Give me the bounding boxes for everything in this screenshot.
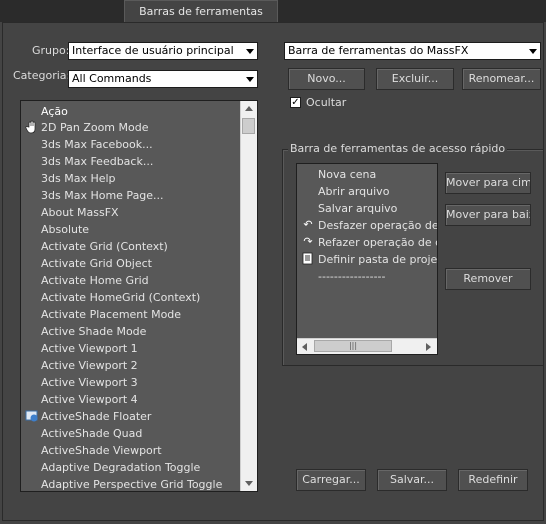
scroll-down-icon[interactable] <box>241 475 257 491</box>
commands-list[interactable]: Ação 2D Pan Zoom Mode 3ds Max Facebook..… <box>20 100 258 492</box>
list-item[interactable]: ActiveShade Viewport <box>41 442 162 459</box>
list-item-header[interactable]: Ação <box>41 103 68 120</box>
list-item[interactable]: Adaptive Degradation Toggle <box>41 459 200 476</box>
group-dropdown[interactable]: Interface de usuário principal <box>68 42 258 60</box>
move-up-button[interactable]: Mover para cima <box>445 172 531 194</box>
list-item[interactable]: Nova cena <box>318 166 376 183</box>
list-item[interactable]: Activate Home Grid <box>41 272 149 289</box>
load-button[interactable]: Carregar... <box>296 469 366 491</box>
toolbar-dropdown[interactable]: Barra de ferramentas do MassFX <box>284 42 541 60</box>
list-item-separator[interactable]: ----------------- <box>318 268 385 285</box>
list-item[interactable]: Absolute <box>41 221 89 238</box>
quick-access-list[interactable]: Nova cena Abrir arquivo Salvar arquivo ↶… <box>296 163 438 355</box>
scroll-up-icon[interactable] <box>241 101 257 117</box>
list-item[interactable]: 3ds Max Home Page... <box>41 187 164 204</box>
chevron-down-icon <box>246 77 254 82</box>
list-item[interactable]: Activate HomeGrid (Context) <box>41 289 200 306</box>
chevron-down-icon <box>246 49 254 54</box>
scroll-thumb[interactable]: ||| <box>314 340 392 352</box>
list-item[interactable]: Activate Grid Object <box>41 255 152 272</box>
category-label: Categoria: <box>13 69 71 82</box>
list-item[interactable]: Refazer operação de cer <box>318 234 437 251</box>
group-dropdown-value: Interface de usuário principal <box>72 44 234 57</box>
activeshade-icon <box>25 409 39 423</box>
list-item[interactable]: Adaptive Perspective Grid Toggle <box>41 476 222 491</box>
list-item[interactable]: Salvar arquivo <box>318 200 397 217</box>
list-item[interactable]: Abrir arquivo <box>318 183 389 200</box>
new-button[interactable]: Novo... <box>288 68 365 90</box>
horizontal-scrollbar[interactable]: ||| <box>297 338 437 354</box>
redo-icon: ↷ <box>303 235 313 248</box>
category-dropdown-value: All Commands <box>72 72 152 85</box>
rename-button[interactable]: Renomear... <box>462 68 541 90</box>
list-item[interactable]: Activate Placement Mode <box>41 306 181 323</box>
remove-button[interactable]: Remover <box>445 268 531 290</box>
tab-bar: Barras de ferramentas <box>0 0 546 22</box>
list-item[interactable]: ActiveShade Floater <box>41 408 151 425</box>
scroll-left-icon[interactable] <box>297 339 313 354</box>
list-item[interactable]: Definir pasta de projeto. <box>318 251 437 268</box>
list-item[interactable]: ActiveShade Quad <box>41 425 142 442</box>
reset-button[interactable]: Redefinir <box>458 469 528 491</box>
list-item[interactable]: Active Viewport 4 <box>41 391 138 408</box>
list-item[interactable]: 3ds Max Help <box>41 170 116 187</box>
tab-toolbars[interactable]: Barras de ferramentas <box>124 0 278 22</box>
chevron-down-icon <box>529 49 537 54</box>
list-item[interactable]: Activate Grid (Context) <box>41 238 168 255</box>
hide-label: Ocultar <box>306 96 347 109</box>
hide-checkbox[interactable]: ✓ <box>290 97 301 108</box>
list-item[interactable]: Active Viewport 3 <box>41 374 138 391</box>
project-folder-icon <box>301 252 315 266</box>
list-item[interactable]: Active Viewport 1 <box>41 340 138 357</box>
move-down-button[interactable]: Mover para baixo <box>445 204 531 226</box>
quick-access-group-title: Barra de ferramentas de acesso rápido <box>288 142 508 155</box>
scroll-right-icon[interactable] <box>421 339 437 354</box>
group-label: Grupo: <box>32 44 70 57</box>
list-item[interactable]: 3ds Max Facebook... <box>41 136 153 153</box>
list-item[interactable]: Active Viewport 2 <box>41 357 138 374</box>
list-item[interactable]: About MassFX <box>41 204 119 221</box>
scroll-thumb[interactable] <box>242 118 255 134</box>
toolbar-dropdown-value: Barra de ferramentas do MassFX <box>288 44 469 57</box>
list-item[interactable]: Desfazer operação de ce <box>318 217 437 234</box>
list-item[interactable]: 2D Pan Zoom Mode <box>41 119 149 136</box>
hand-icon <box>25 120 39 134</box>
category-dropdown[interactable]: All Commands <box>68 70 258 88</box>
save-button[interactable]: Salvar... <box>377 469 447 491</box>
delete-button[interactable]: Excluir... <box>376 68 454 90</box>
vertical-scrollbar[interactable] <box>240 101 257 491</box>
list-item[interactable]: 3ds Max Feedback... <box>41 153 153 170</box>
list-item[interactable]: Active Shade Mode <box>41 323 146 340</box>
undo-icon: ↶ <box>303 218 313 231</box>
